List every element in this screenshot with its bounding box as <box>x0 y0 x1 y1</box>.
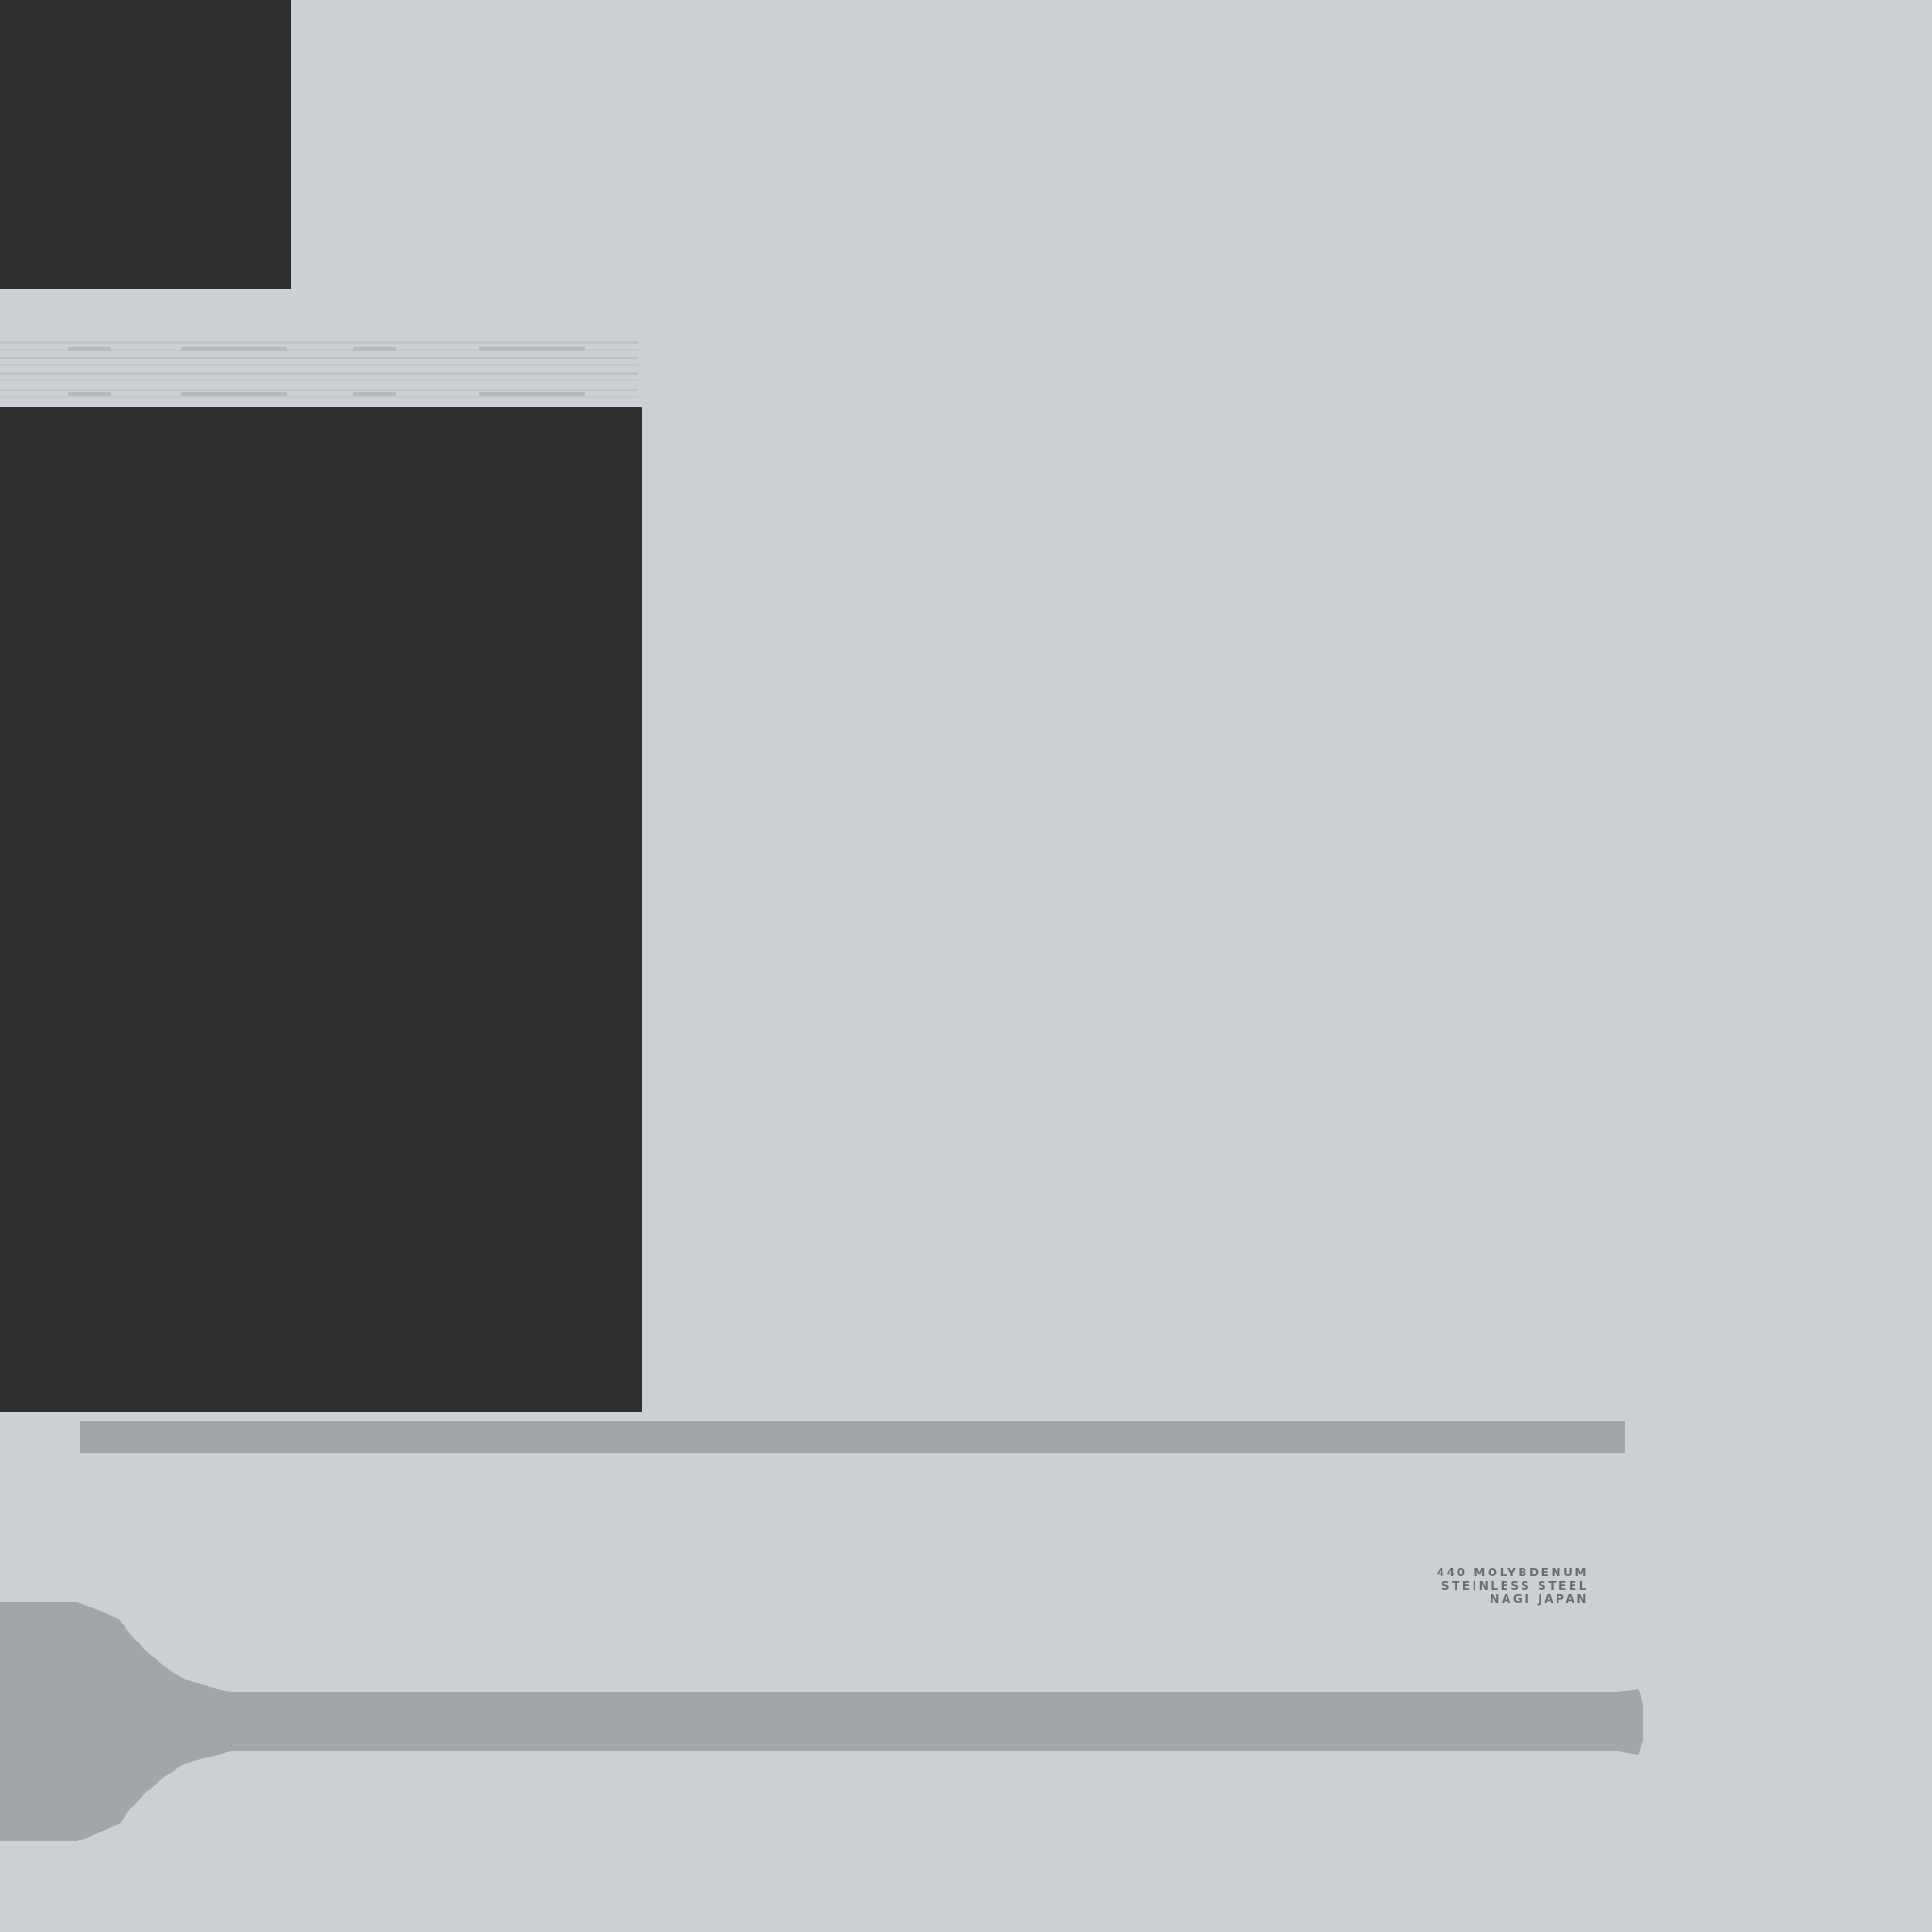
trim-strip <box>0 341 638 398</box>
trim-line <box>0 364 638 366</box>
gray-bar <box>80 1421 1625 1453</box>
trim-line <box>0 357 638 359</box>
texture-canvas: 440 MOLYBDENUM STEINLESS STEEL NAGI JAPA… <box>0 0 1932 1932</box>
dark-panel-main <box>0 407 642 1412</box>
dark-panel-top <box>0 0 291 289</box>
trim-line <box>0 341 638 344</box>
engraving-text: 440 MOLYBDENUM STEINLESS STEEL NAGI JAPA… <box>1437 1566 1589 1606</box>
engraving-line-2: STEINLESS STEEL <box>1441 1579 1589 1592</box>
knife-silhouette <box>0 1602 1643 1841</box>
trim-line <box>0 389 638 391</box>
engraving-line-3: NAGI JAPAN <box>1490 1592 1589 1606</box>
trim-line <box>0 372 638 375</box>
trim-line <box>0 379 638 381</box>
engraving-line-1: 440 MOLYBDENUM <box>1436 1566 1589 1579</box>
trim-line <box>0 396 638 398</box>
